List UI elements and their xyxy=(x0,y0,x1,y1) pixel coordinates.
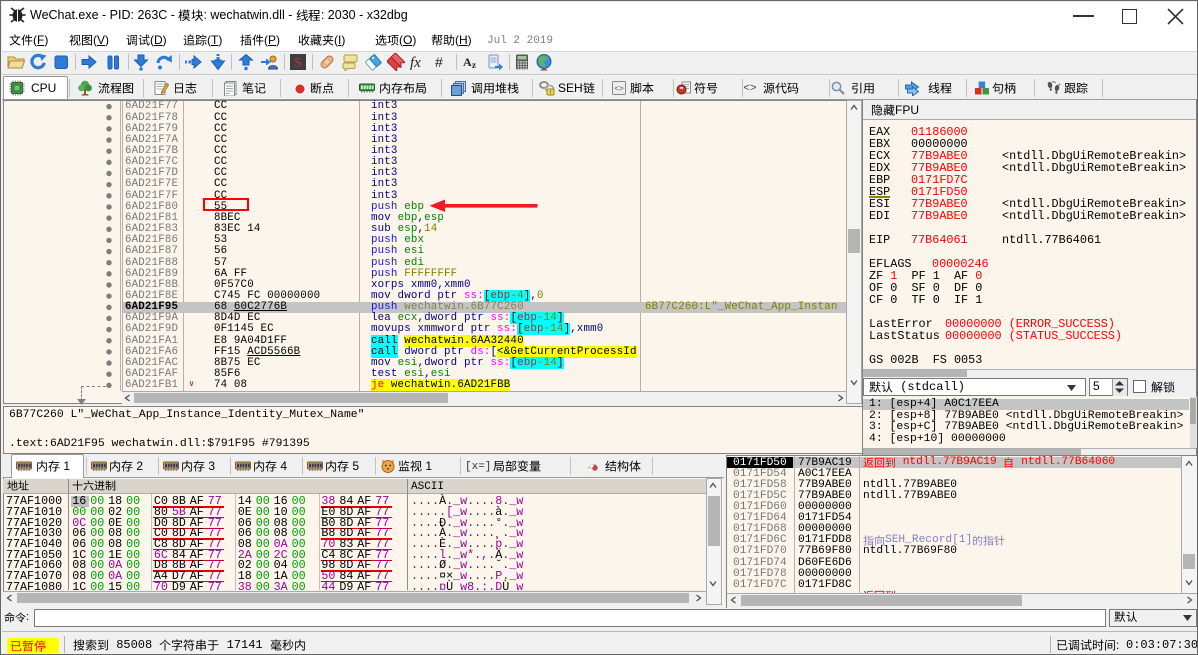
svg-text:<>: <> xyxy=(614,85,624,94)
svg-text:S: S xyxy=(294,56,302,71)
svg-text:z: z xyxy=(472,60,476,70)
svg-text:fx: fx xyxy=(410,55,421,71)
svg-text:<>: <> xyxy=(743,83,756,95)
svg-text:A: A xyxy=(463,55,472,69)
svg-text:#: # xyxy=(435,54,443,70)
